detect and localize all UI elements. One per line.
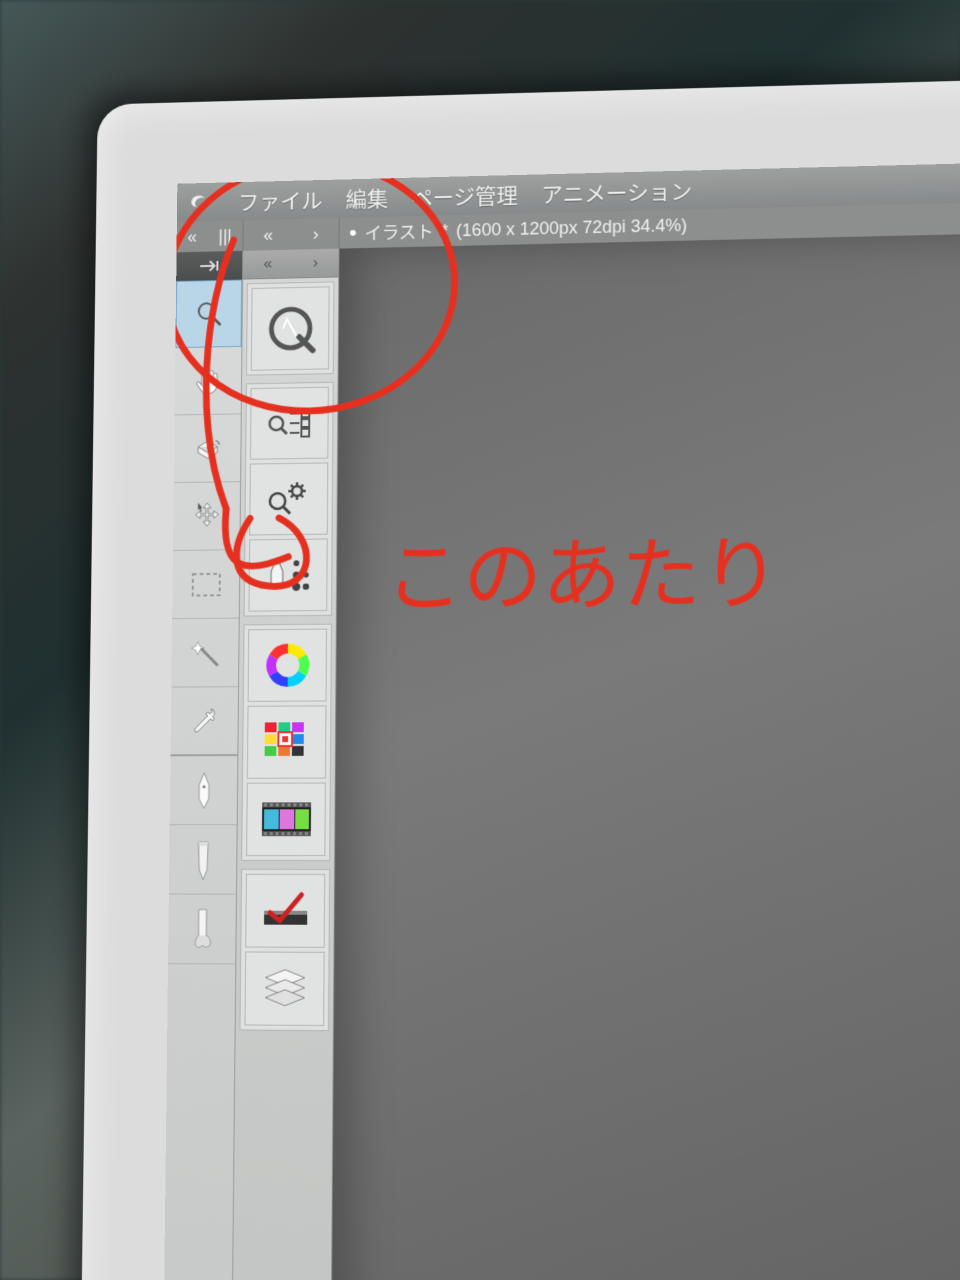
tool-palette: [164, 251, 244, 1280]
panel-next-icon[interactable]: ›: [313, 254, 318, 271]
move-tool[interactable]: [173, 482, 240, 551]
auto-action-panel[interactable]: [245, 874, 325, 948]
pencil-tool[interactable]: [169, 825, 237, 894]
app-window: ファイル 編集 ページ管理 アニメーション « ||| « › • イラスト *…: [164, 163, 960, 1280]
marquee-tool[interactable]: [172, 550, 239, 619]
document-dirty-asterisk: *: [442, 221, 449, 241]
magic-wand-tool[interactable]: [171, 619, 238, 688]
app-logo-icon[interactable]: [183, 188, 216, 215]
brush-tool[interactable]: [168, 895, 236, 965]
layer-panel[interactable]: [244, 951, 324, 1026]
tab-next-icon[interactable]: ›: [313, 224, 319, 244]
zoom-tool[interactable]: [175, 280, 242, 349]
canvas-area[interactable]: [332, 233, 960, 1280]
menu-file[interactable]: ファイル: [238, 184, 323, 217]
color-wheel-panel[interactable]: [248, 629, 327, 702]
quick-access-panel[interactable]: [251, 286, 330, 370]
toolbar-collapse-area[interactable]: « |||: [177, 220, 244, 252]
timeline-panel[interactable]: [246, 783, 326, 856]
workspace: « ›: [164, 233, 960, 1280]
tool-palette-header[interactable]: [176, 251, 242, 281]
color-set-panel[interactable]: [247, 705, 327, 778]
drag-handle-icon[interactable]: |||: [218, 226, 232, 246]
eyedropper-tool[interactable]: [171, 687, 239, 756]
document-name: イラスト: [364, 218, 434, 245]
brush-size-panel[interactable]: [248, 538, 327, 611]
pen-tool[interactable]: [170, 756, 238, 825]
hand-tool[interactable]: [175, 347, 242, 416]
document-info: (1600 x 1200px 72dpi 34.4%): [456, 215, 687, 241]
tab-nav: « ›: [243, 218, 339, 251]
unsaved-indicator-icon: •: [349, 220, 357, 245]
tool-property-panel[interactable]: [249, 462, 328, 535]
menu-edit[interactable]: 編集: [346, 182, 389, 214]
panel-nav: « ›: [243, 249, 338, 280]
panel-prev-icon[interactable]: «: [263, 255, 272, 272]
collapse-left-icon[interactable]: «: [187, 227, 197, 247]
subtool-panel[interactable]: [250, 387, 329, 460]
panel-dock: « ›: [233, 249, 340, 1280]
menu-animation[interactable]: アニメーション: [541, 174, 692, 209]
rotate-view-tool[interactable]: [174, 414, 241, 483]
menu-page[interactable]: ページ管理: [411, 179, 518, 212]
tab-prev-icon[interactable]: «: [263, 225, 273, 245]
